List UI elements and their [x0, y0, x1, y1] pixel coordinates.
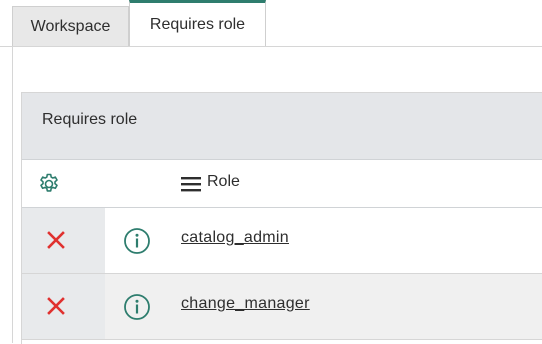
requires-role-panel: Requires role Role catalog_admin change_…	[21, 92, 542, 344]
info-icon[interactable]	[123, 227, 151, 255]
close-icon[interactable]	[46, 296, 66, 316]
panel-header: Requires role	[22, 93, 542, 160]
panel-title: Requires role	[42, 111, 138, 128]
tab-requires-role[interactable]: Requires role	[129, 0, 266, 47]
table-row: change_manager	[22, 274, 542, 340]
info-icon[interactable]	[123, 293, 151, 321]
tab-content: Requires role Role catalog_admin change_…	[12, 47, 542, 344]
tab-workspace[interactable]: Workspace	[12, 6, 129, 47]
role-column-header[interactable]: Role	[207, 173, 240, 191]
tab-requires-role-label: Requires role	[149, 16, 246, 33]
tab-workspace-label: Workspace	[30, 18, 111, 35]
role-link[interactable]: catalog_admin	[181, 229, 289, 247]
table-row: catalog_admin	[22, 208, 542, 274]
gear-icon[interactable]	[37, 172, 61, 196]
row-actions-cell	[22, 274, 105, 339]
role-link[interactable]: change_manager	[181, 295, 310, 313]
close-icon[interactable]	[46, 230, 66, 250]
column-header-row: Role	[22, 160, 542, 208]
row-actions-cell	[22, 208, 105, 273]
tab-bar: Workspace Requires role	[0, 0, 542, 47]
menu-icon[interactable]	[181, 176, 203, 192]
